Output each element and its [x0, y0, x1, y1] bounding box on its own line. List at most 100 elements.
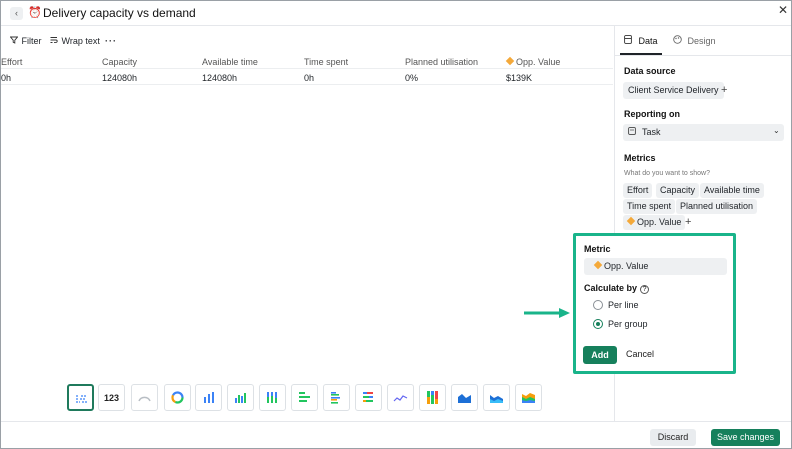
column-header[interactable]: Planned utilisation: [405, 57, 478, 67]
radio-button[interactable]: [593, 300, 603, 310]
chart-type-grouped-bar[interactable]: [323, 384, 350, 411]
report-editor-window: ‹ ⏰ Delivery capacity vs demand ✕ Filter…: [0, 0, 792, 449]
tab-data-label: Data: [638, 36, 658, 46]
metric-chip-opp-value[interactable]: Opp. Value: [623, 215, 686, 230]
metrics-hint: What do you want to show?: [624, 170, 710, 177]
column-header[interactable]: Effort: [1, 57, 22, 67]
close-icon: ✕: [778, 3, 789, 17]
calculate-by-heading: Calculate by?: [584, 283, 650, 294]
metrics-label: Metrics: [624, 153, 656, 163]
table-header-row: Effort Capacity Available time Time spen…: [1, 55, 613, 69]
metric-chip[interactable]: Available time: [700, 183, 764, 198]
calculate-by-label: Calculate by: [584, 283, 638, 293]
chart-type-gauge[interactable]: [131, 384, 158, 411]
close-button[interactable]: ✕: [778, 4, 788, 16]
metric-chip[interactable]: Capacity: [656, 183, 700, 198]
filter-label: Filter: [21, 36, 42, 46]
diamond-icon: [626, 216, 636, 226]
tab-design[interactable]: Design: [673, 35, 716, 47]
filter-icon: [9, 33, 19, 49]
diamond-icon: [505, 56, 515, 66]
grouped-bar-chart-icon: [331, 392, 340, 404]
chart-type-stacked-area-multi[interactable]: [515, 384, 542, 411]
grouped-column-chart-icon: [235, 393, 246, 403]
column-header[interactable]: Time spent: [304, 57, 348, 67]
chart-type-percent-stacked[interactable]: [419, 384, 446, 411]
tabs-divider: [615, 55, 791, 56]
alarm-clock-icon: ⏰: [28, 7, 42, 19]
window-header: ‹ ⏰ Delivery capacity vs demand ✕: [1, 1, 791, 26]
wrap-text-button[interactable]: Wrap text: [50, 33, 100, 49]
more-options-button[interactable]: ···: [105, 33, 117, 49]
chart-type-grouped-column[interactable]: [227, 384, 254, 411]
add-metric-button[interactable]: +: [685, 216, 691, 228]
chart-type-stacked-bar[interactable]: [355, 384, 382, 411]
radio-label: Per line: [608, 300, 639, 310]
chart-type-table[interactable]: [67, 384, 94, 411]
filter-button[interactable]: Filter: [9, 33, 42, 49]
column-header[interactable]: Available time: [202, 57, 258, 67]
chart-type-area[interactable]: [451, 384, 478, 411]
wrap-text-icon: [50, 33, 59, 49]
table-row[interactable]: 0h 124080h 124080h 0h 0% $139K: [1, 71, 613, 85]
add-button[interactable]: Add: [583, 346, 617, 364]
table-chart-icon: [76, 395, 87, 403]
stacked-area-multi-chart-icon: [522, 393, 535, 403]
add-data-source-button[interactable]: +: [721, 84, 727, 96]
tab-design-label: Design: [687, 36, 716, 46]
metric-chip[interactable]: Effort: [623, 183, 653, 198]
column-header[interactable]: Capacity: [102, 57, 137, 67]
chart-type-number[interactable]: 123: [98, 384, 125, 411]
table-cell: 0h: [304, 73, 315, 83]
column-chart-icon: [204, 392, 214, 403]
metric-chip[interactable]: Planned utilisation: [676, 199, 758, 214]
data-source-chip[interactable]: Client Service Delivery: [623, 82, 724, 99]
footer-bar: Discard Save changes: [1, 421, 791, 449]
back-button[interactable]: ‹: [10, 7, 23, 20]
radio-button-checked[interactable]: [593, 319, 603, 329]
line-chart-icon: [393, 395, 408, 402]
column-header[interactable]: Opp. Value: [505, 56, 561, 67]
table-cell: 124080h: [202, 73, 238, 83]
page-title: Delivery capacity vs demand: [43, 6, 196, 20]
chart-type-column[interactable]: [195, 384, 222, 411]
stacked-area-chart-icon: [490, 395, 503, 403]
tab-data[interactable]: Data: [624, 35, 658, 47]
chart-type-stacked-area[interactable]: [483, 384, 510, 411]
metric-chip-label: Opp. Value: [637, 217, 682, 227]
diamond-icon: [593, 260, 603, 270]
chart-type-donut[interactable]: [164, 384, 191, 411]
discard-button[interactable]: Discard: [650, 429, 696, 446]
percent-stacked-column-chart-icon: [427, 391, 438, 404]
table-cell: 0h: [1, 73, 12, 83]
stacked-column-chart-icon: [267, 392, 277, 403]
metric-field-value: Opp. Value: [604, 261, 649, 271]
stacked-bar-chart-icon: [363, 392, 373, 402]
area-chart-icon: [458, 394, 471, 403]
metric-field[interactable]: Opp. Value: [584, 258, 727, 275]
reporting-on-label: Reporting on: [624, 109, 680, 119]
document-icon: [628, 127, 636, 137]
table-cell: $139K: [506, 73, 533, 83]
number-chart-icon: 123: [103, 393, 120, 403]
chevron-left-icon: ‹: [15, 8, 18, 18]
data-source-label: Data source: [624, 66, 676, 76]
donut-chart-icon: [171, 391, 184, 404]
chevron-down-icon: ⌄: [773, 126, 780, 135]
gauge-chart-icon: [138, 396, 151, 402]
help-icon[interactable]: ?: [640, 285, 650, 294]
radio-label: Per group: [608, 319, 648, 329]
chart-type-stacked-column[interactable]: [259, 384, 286, 411]
cancel-button[interactable]: Cancel: [626, 349, 654, 359]
metric-label: Metric: [584, 244, 611, 254]
reporting-on-select[interactable]: Task ⌄: [623, 124, 784, 141]
metric-chip[interactable]: Time spent: [623, 199, 676, 214]
save-changes-button[interactable]: Save changes: [711, 429, 780, 446]
database-icon: [624, 35, 635, 46]
column-header-label: Opp. Value: [516, 57, 561, 67]
reporting-on-value: Task: [642, 127, 661, 137]
chart-type-line[interactable]: [387, 384, 414, 411]
chart-type-bar[interactable]: [291, 384, 318, 411]
arrow-icon: [524, 308, 570, 318]
palette-icon: [673, 35, 685, 46]
